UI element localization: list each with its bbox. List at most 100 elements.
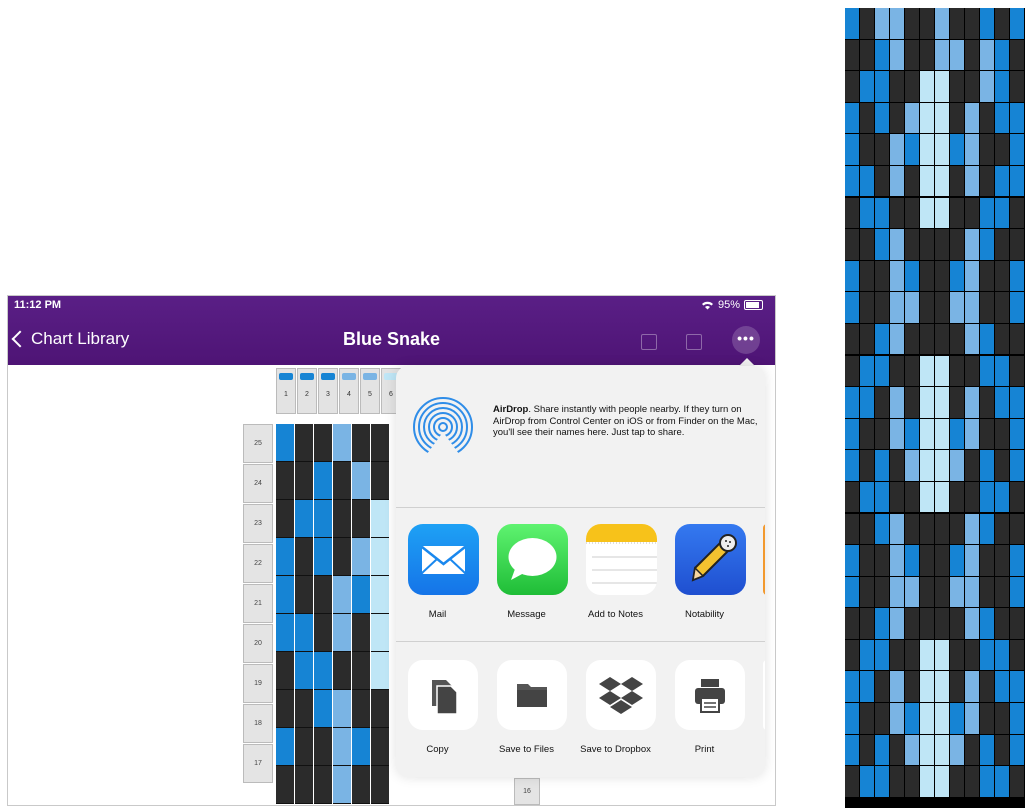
grid-cell[interactable]	[295, 766, 313, 804]
more-apps-partial-icon[interactable]	[763, 524, 765, 595]
preview-cell	[950, 8, 964, 40]
grid-cell[interactable]	[276, 766, 294, 804]
grid-cell[interactable]	[276, 500, 294, 538]
grid-cell[interactable]	[352, 690, 370, 728]
grid-cell[interactable]	[276, 614, 294, 652]
grid-row	[276, 690, 390, 728]
grid-cell[interactable]	[371, 766, 389, 804]
grid-cell[interactable]	[333, 462, 351, 500]
grid-cell[interactable]	[333, 652, 351, 690]
preview-row	[845, 323, 1025, 356]
grid-cell[interactable]	[333, 690, 351, 728]
grid-cell[interactable]	[333, 766, 351, 804]
grid-cell[interactable]	[295, 424, 313, 462]
share-app-notability[interactable]: Notability	[663, 524, 752, 620]
grid-cell[interactable]	[276, 576, 294, 614]
share-apps-row: Mail Message Add to Notes Notability	[396, 524, 752, 620]
grid-cell[interactable]	[295, 500, 313, 538]
grid-cell[interactable]	[314, 576, 332, 614]
share-app-notes[interactable]: Add to Notes	[574, 524, 663, 620]
grid-cell[interactable]	[314, 728, 332, 766]
grid-cell[interactable]	[276, 538, 294, 576]
grid-cell[interactable]	[333, 538, 351, 576]
grid-cell[interactable]	[352, 424, 370, 462]
grid-cell[interactable]	[276, 462, 294, 500]
grid-cell[interactable]	[314, 652, 332, 690]
grid-cell[interactable]	[352, 766, 370, 804]
grid-cell[interactable]	[314, 424, 332, 462]
grid-cell[interactable]	[314, 614, 332, 652]
preview-cell	[950, 387, 964, 419]
column-header[interactable]: 5	[360, 368, 380, 414]
more-button[interactable]: •••	[732, 326, 760, 354]
column-number: 4	[347, 391, 351, 398]
grid-cell[interactable]	[314, 690, 332, 728]
grid-cell[interactable]	[276, 424, 294, 462]
pattern-grid[interactable]	[276, 424, 390, 804]
grid-cell[interactable]	[295, 728, 313, 766]
grid-row	[276, 652, 390, 690]
column-header[interactable]: 2	[297, 368, 317, 414]
preview-row	[845, 260, 1025, 293]
grid-cell[interactable]	[276, 728, 294, 766]
grid-cell[interactable]	[276, 690, 294, 728]
grid-cell[interactable]	[295, 690, 313, 728]
preview-cell	[1010, 608, 1024, 640]
grid-cell[interactable]	[371, 538, 389, 576]
action-print[interactable]: Print	[663, 660, 752, 755]
grid-cell[interactable]	[295, 652, 313, 690]
grid-cell[interactable]	[295, 576, 313, 614]
row-label: 24	[243, 464, 273, 503]
share-app-message[interactable]: Message	[485, 524, 574, 620]
grid-cell[interactable]	[295, 462, 313, 500]
preview-cell	[980, 418, 994, 451]
grid-cell[interactable]	[371, 652, 389, 690]
action-save-to-files[interactable]: Save to Files	[485, 660, 574, 755]
grid-cell[interactable]	[333, 614, 351, 652]
grid-cell[interactable]	[352, 614, 370, 652]
action-copy[interactable]: Copy	[396, 660, 485, 755]
grid-cell[interactable]	[314, 538, 332, 576]
grid-cell[interactable]	[333, 728, 351, 766]
grid-cell[interactable]	[352, 500, 370, 538]
share-app-mail[interactable]: Mail	[396, 524, 485, 620]
undo-icon[interactable]	[641, 334, 657, 350]
preview-cell	[995, 39, 1009, 72]
row-label: 25	[243, 424, 273, 463]
grid-cell[interactable]	[333, 424, 351, 462]
page-title: Blue Snake	[342, 329, 441, 349]
preview-cell	[965, 165, 979, 198]
column-header[interactable]: 4	[339, 368, 359, 414]
grid-cell[interactable]	[314, 500, 332, 538]
share-actions-row: Copy Save to Files Save to Dropbox Print	[396, 660, 752, 755]
column-header[interactable]: 3	[318, 368, 338, 414]
grid-cell[interactable]	[371, 576, 389, 614]
grid-cell[interactable]	[352, 462, 370, 500]
grid-cell[interactable]	[352, 728, 370, 766]
grid-cell[interactable]	[371, 462, 389, 500]
grid-cell[interactable]	[371, 424, 389, 462]
column-header[interactable]: 1	[276, 368, 296, 414]
redo-icon[interactable]	[686, 334, 702, 350]
grid-cell[interactable]	[352, 538, 370, 576]
grid-cell[interactable]	[314, 462, 332, 500]
grid-cell[interactable]	[295, 614, 313, 652]
grid-cell[interactable]	[352, 652, 370, 690]
grid-cell[interactable]	[371, 728, 389, 766]
printer-icon	[675, 660, 745, 730]
grid-cell[interactable]	[333, 500, 351, 538]
grid-cell[interactable]	[314, 766, 332, 804]
grid-cell[interactable]	[333, 576, 351, 614]
action-save-to-dropbox[interactable]: Save to Dropbox	[574, 660, 663, 755]
grid-cell[interactable]	[352, 576, 370, 614]
grid-cell[interactable]	[371, 500, 389, 538]
preview-row	[845, 766, 1025, 798]
more-actions-partial-icon[interactable]	[763, 660, 765, 730]
preview-cell	[980, 260, 994, 293]
preview-cell	[1010, 671, 1024, 703]
grid-cell[interactable]	[371, 690, 389, 728]
preview-cell	[890, 513, 904, 545]
grid-cell[interactable]	[276, 652, 294, 690]
grid-cell[interactable]	[295, 538, 313, 576]
grid-cell[interactable]	[371, 614, 389, 652]
